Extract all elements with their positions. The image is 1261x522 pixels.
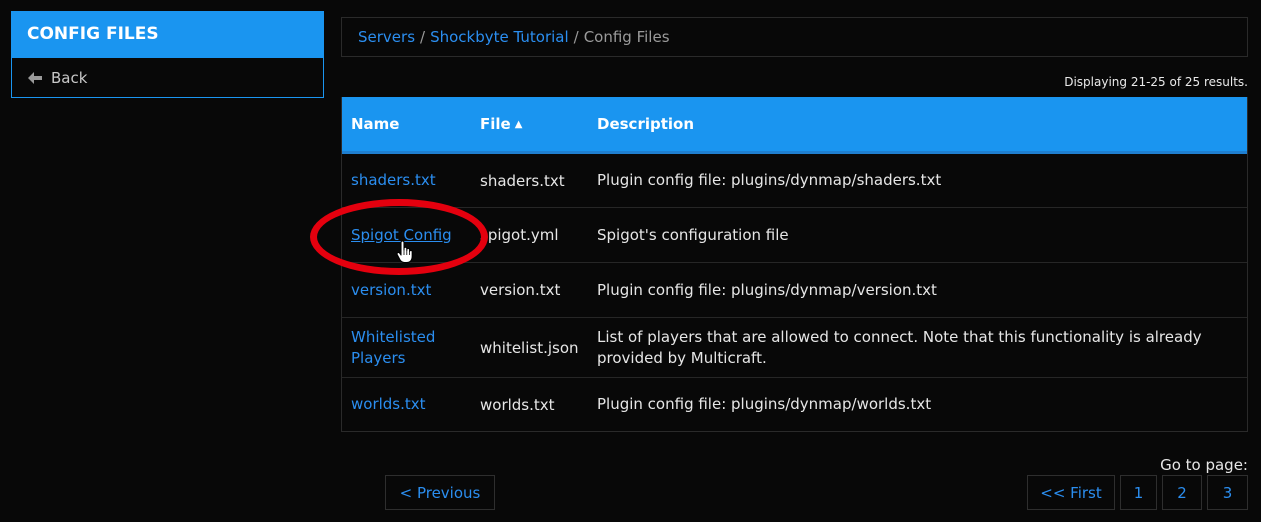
description-cell: List of players that are allowed to conn… — [597, 327, 1202, 367]
first-page-button[interactable]: << First — [1027, 475, 1115, 510]
config-link-shaders[interactable]: shaders.txt — [351, 170, 436, 191]
description-cell: Spigot's configuration file — [597, 225, 789, 244]
back-label: Back — [51, 68, 88, 87]
breadcrumb-servers[interactable]: Servers — [358, 28, 415, 46]
config-link-spigot[interactable]: Spigot Config — [351, 225, 452, 246]
arrow-left-icon — [28, 71, 42, 84]
sort-by-name[interactable]: Name — [351, 115, 399, 133]
file-cell: worlds.txt — [480, 395, 555, 414]
caret-up-icon: ▲ — [514, 119, 523, 130]
table-row: version.txt version.txt Plugin config fi… — [342, 263, 1247, 318]
config-link-version[interactable]: version.txt — [351, 280, 431, 301]
sidebar: CONFIG FILES Back — [11, 11, 324, 98]
file-cell: spigot.yml — [480, 226, 559, 244]
file-cell: whitelist.json — [480, 338, 579, 357]
description-cell: Plugin config file: plugins/dynmap/shade… — [597, 171, 942, 189]
config-link-worlds[interactable]: worlds.txt — [351, 394, 426, 415]
breadcrumb-separator: / — [420, 28, 426, 46]
file-cell: version.txt — [480, 281, 561, 299]
table-row: shaders.txt shaders.txt Plugin config fi… — [342, 154, 1247, 208]
page-2-button[interactable]: 2 — [1162, 475, 1202, 510]
description-cell: Plugin config file: plugins/dynmap/world… — [597, 395, 932, 413]
results-summary: Displaying 21-25 of 25 results. — [1064, 75, 1248, 89]
table-row: worlds.txt worlds.txt Plugin config file… — [342, 378, 1247, 431]
table-header: Name File ▲ Description — [342, 97, 1247, 154]
description-cell: Plugin config file: plugins/dynmap/versi… — [597, 280, 937, 299]
config-link-whitelist[interactable]: Whitelisted Players — [351, 327, 460, 369]
previous-page-button[interactable]: < Previous — [385, 475, 495, 510]
sort-by-file[interactable]: File ▲ — [480, 115, 522, 133]
table-row: Whitelisted Players whitelist.json List … — [342, 318, 1247, 378]
file-header-label: File — [480, 115, 511, 133]
page-3-button[interactable]: 3 — [1207, 475, 1248, 510]
breadcrumb-server[interactable]: Shockbyte Tutorial — [430, 28, 569, 46]
go-to-page-label: Go to page: — [1160, 456, 1248, 474]
breadcrumb-separator: / — [573, 28, 579, 46]
table-row: Spigot Config spigot.yml Spigot's config… — [342, 208, 1247, 263]
breadcrumb: Servers / Shockbyte Tutorial / Config Fi… — [341, 17, 1248, 57]
sidebar-title: CONFIG FILES — [11, 11, 324, 58]
page-1-button[interactable]: 1 — [1120, 475, 1157, 510]
breadcrumb-current: Config Files — [583, 28, 670, 46]
sort-by-description[interactable]: Description — [597, 115, 694, 133]
back-button[interactable]: Back — [11, 58, 324, 98]
file-cell: shaders.txt — [480, 171, 565, 190]
config-files-table: Name File ▲ Description shaders.txt shade… — [341, 97, 1248, 432]
